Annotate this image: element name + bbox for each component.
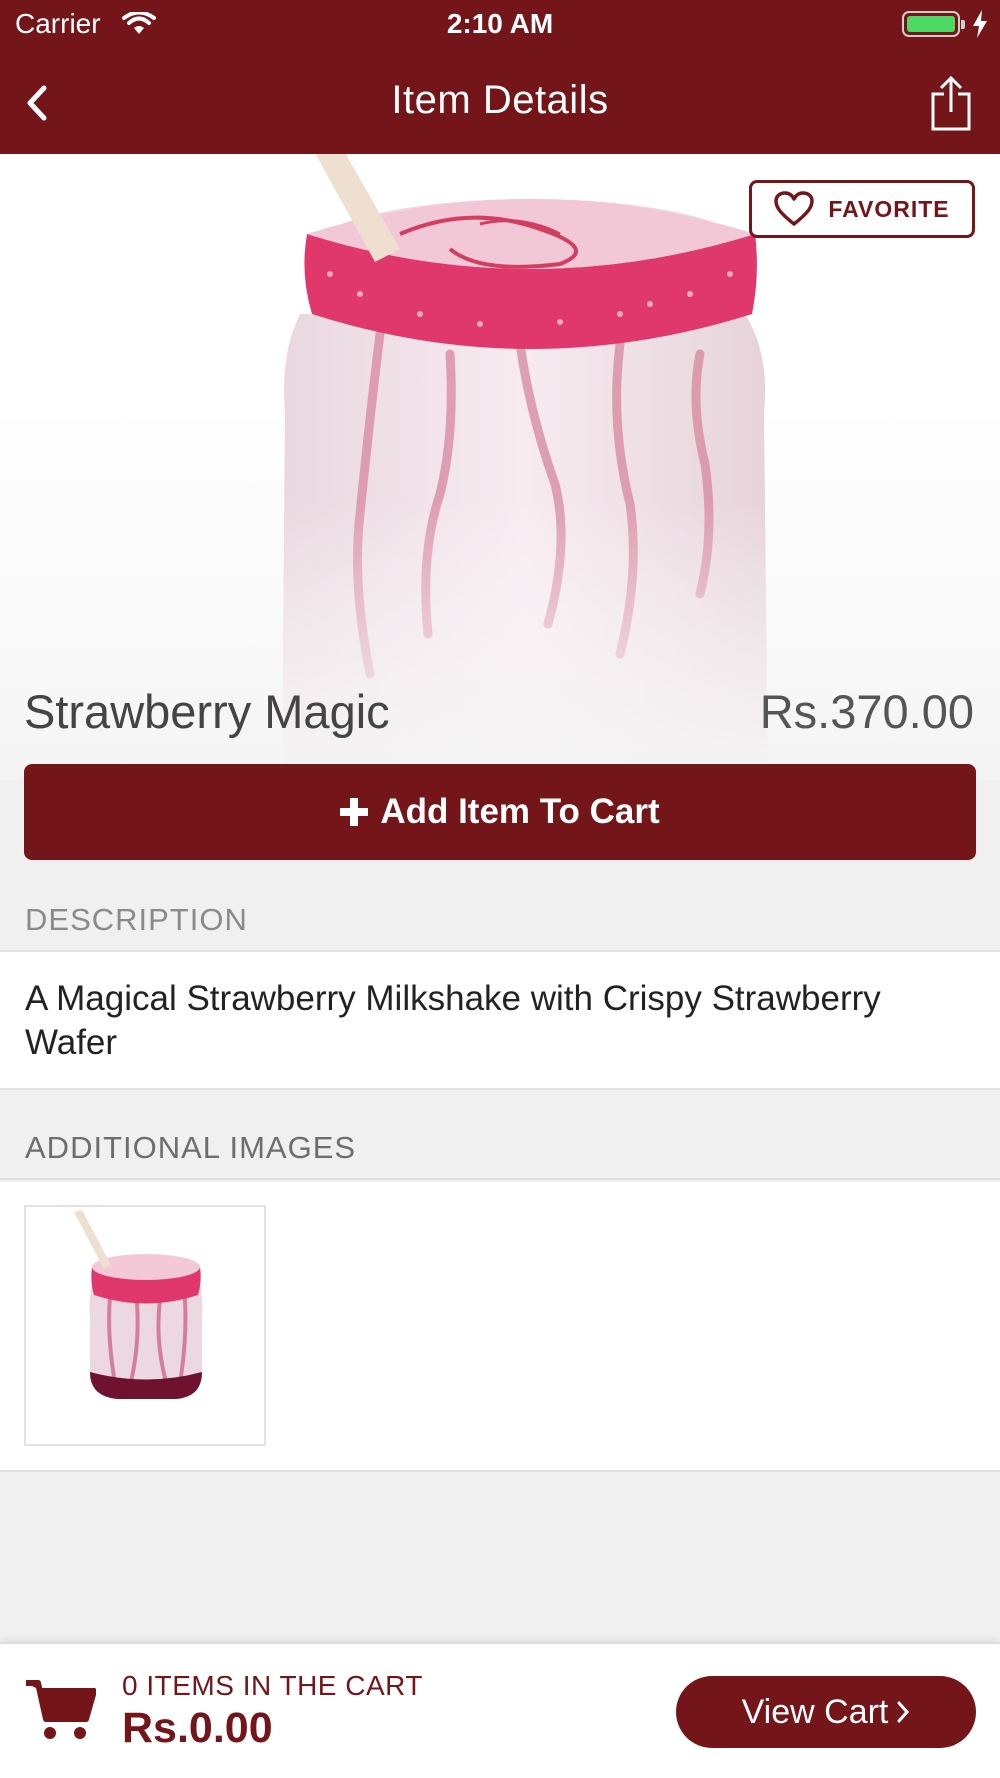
share-button[interactable] xyxy=(928,76,974,132)
description-box: A Magical Strawberry Milkshake with Cris… xyxy=(0,952,1000,1090)
battery-icon xyxy=(902,11,965,37)
additional-image-thumbnail[interactable] xyxy=(24,1205,266,1446)
charging-icon xyxy=(973,10,987,38)
cart-summary-bar: 0 ITEMS IN THE CART Rs.0.00 View Cart xyxy=(0,1642,1000,1778)
chevron-right-icon xyxy=(897,1701,910,1723)
favorite-label: FAVORITE xyxy=(828,195,950,222)
description-text: A Magical Strawberry Milkshake with Cris… xyxy=(25,979,881,1062)
add-to-cart-button[interactable]: Add Item To Cart xyxy=(24,764,976,860)
item-name: Strawberry Magic xyxy=(24,685,390,738)
additional-images-header-label: ADDITIONAL IMAGES xyxy=(25,1130,357,1165)
view-cart-label: View Cart xyxy=(741,1692,889,1731)
top-bar: Carrier 2:10 AM Item Details xyxy=(0,0,1000,154)
cart-total: Rs.0.00 xyxy=(122,1704,273,1752)
description-header: DESCRIPTION xyxy=(0,882,1000,952)
status-bar: Carrier 2:10 AM xyxy=(0,0,1000,50)
favorite-button[interactable]: FAVORITE xyxy=(749,180,975,238)
item-price: Rs.370.00 xyxy=(759,685,974,738)
plus-icon xyxy=(340,798,369,826)
milkshake-thumbnail-image xyxy=(74,1210,203,1399)
cart-icon xyxy=(26,1680,96,1739)
additional-images-list xyxy=(0,1182,1000,1472)
status-time: 2:10 AM xyxy=(446,8,554,39)
additional-images-header: ADDITIONAL IMAGES xyxy=(0,1110,1000,1180)
item-details-screen: Carrier 2:10 AM Item Details FAVORITE St… xyxy=(0,0,1000,1778)
page-title: Item Details xyxy=(391,78,609,122)
cart-items-count: 0 ITEMS IN THE CART xyxy=(122,1670,423,1701)
heart-icon xyxy=(774,191,815,226)
view-cart-button[interactable]: View Cart xyxy=(676,1676,976,1748)
add-to-cart-label: Add Item To Cart xyxy=(380,792,660,831)
description-header-label: DESCRIPTION xyxy=(25,902,248,937)
